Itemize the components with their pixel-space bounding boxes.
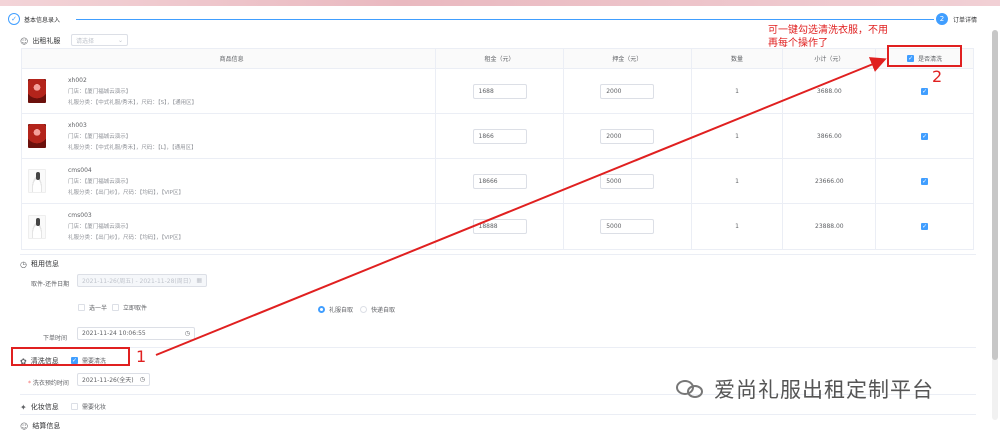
wechat-icon (676, 377, 706, 401)
watermark-text: 爱尚礼服出租定制平台 (714, 378, 934, 402)
annotation-arrow (155, 57, 887, 356)
watermark: 爱尚礼服出租定制平台 (676, 374, 934, 404)
